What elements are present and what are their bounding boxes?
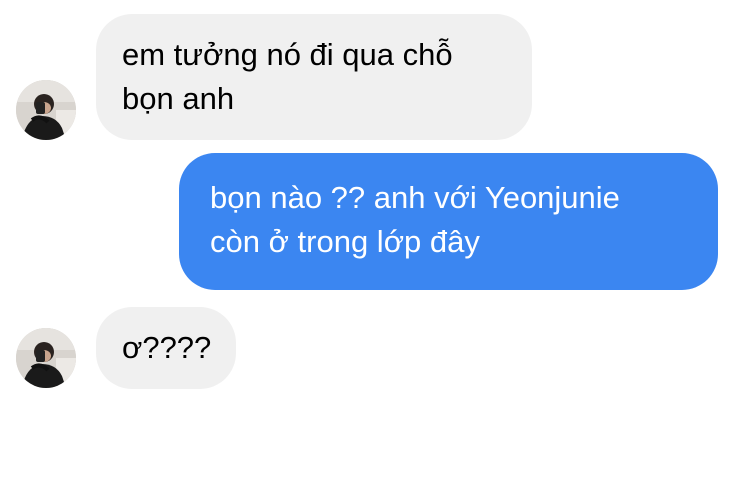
chat-thread: em tưởng nó đi qua chỗ bọn anh bọn nào ?… xyxy=(0,0,750,486)
incoming-message-bubble[interactable]: em tưởng nó đi qua chỗ bọn anh xyxy=(96,14,532,140)
avatar-photo-icon xyxy=(16,80,76,140)
incoming-message-bubble[interactable]: ơ???? xyxy=(96,307,236,389)
outgoing-message-bubble[interactable]: bọn nào ?? anh với Yeonjunie còn ở trong… xyxy=(179,153,718,290)
contact-avatar[interactable] xyxy=(16,328,76,388)
avatar-photo-icon xyxy=(16,328,76,388)
contact-avatar[interactable] xyxy=(16,80,76,140)
